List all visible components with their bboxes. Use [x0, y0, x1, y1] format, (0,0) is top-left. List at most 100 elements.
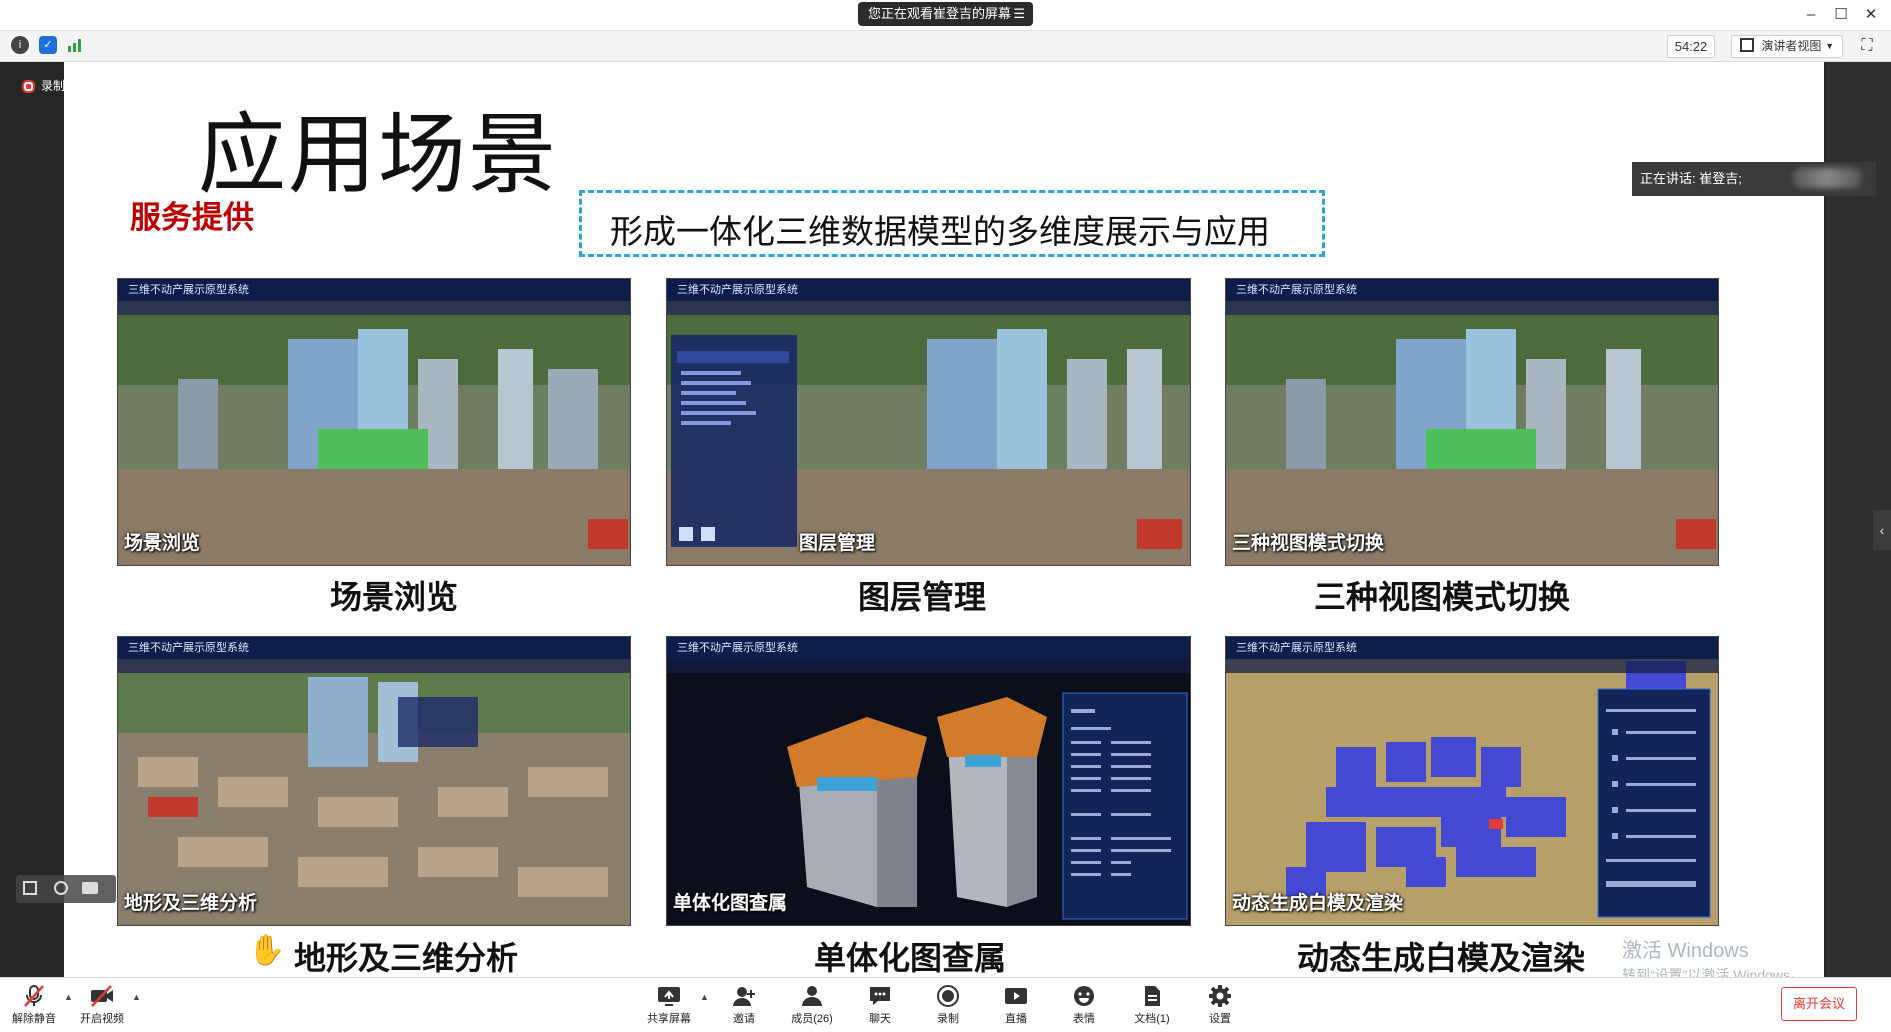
city-scene-image: [118, 279, 630, 565]
city-scene-image: [1226, 279, 1718, 565]
members-label: 成员(26): [791, 1013, 833, 1025]
share-screen-label: 共享屏幕: [647, 1013, 691, 1025]
scenario-card-6: 三维不动产展示原型系统 动态生成白模及渲染: [1225, 636, 1719, 926]
invite-label: 邀请: [733, 1013, 755, 1025]
app-toolbar: [1226, 301, 1718, 315]
city-scene-image: [667, 279, 1190, 565]
settings-label: 设置: [1209, 1013, 1231, 1025]
card-caption: 图层管理: [858, 579, 987, 615]
card-label: 场景浏览: [124, 533, 201, 554]
activation-line-1: 激活 Windows: [1622, 940, 1749, 962]
camera-off-icon: [91, 985, 113, 1007]
meeting-info-bar: i ✓ 54:22 演讲者视图 ▼ ⛶: [0, 31, 1891, 62]
app-toolbar: [667, 659, 1190, 673]
card-label: 动态生成白模及渲染: [1232, 893, 1404, 914]
app-toolbar: [667, 301, 1190, 315]
live-stream-icon: [1005, 988, 1027, 1004]
card-label: 地形及三维分析: [124, 893, 258, 914]
banner-text: 形成一体化三维数据模型的多维度展示与应用: [610, 213, 1270, 250]
share-banner-text: 您正在观看崔登吉的屏幕: [868, 6, 1012, 21]
app-header: 三维不动产展示原型系统: [1226, 637, 1718, 659]
card-caption: 单体化图查属: [814, 940, 1007, 976]
info-icon[interactable]: i: [11, 36, 29, 54]
share-screen-button[interactable]: 共享屏幕: [639, 980, 699, 1030]
shield-icon[interactable]: ✓: [39, 36, 57, 54]
view-mode-label: 演讲者视图: [1761, 39, 1822, 53]
fullscreen-icon[interactable]: ⛶: [1857, 36, 1877, 56]
video-options-caret[interactable]: ▲: [132, 992, 141, 1002]
building-model-image: [667, 637, 1190, 925]
reactions-label: 表情: [1073, 1013, 1095, 1025]
signal-icon[interactable]: [68, 38, 84, 52]
add-user-icon: [733, 987, 755, 1006]
hand-cursor-icon: ✋: [248, 934, 286, 967]
start-video-button[interactable]: 开启视频: [72, 980, 132, 1030]
scenario-card-2: 三维不动产展示原型系统 图层管理: [666, 278, 1191, 566]
menu-icon[interactable]: ☰: [1013, 2, 1025, 26]
app-toolbar: [118, 659, 630, 673]
view-mode-dropdown[interactable]: 演讲者视图 ▼: [1731, 35, 1843, 58]
slide-subtitle: 服务提供: [130, 200, 254, 235]
close-button[interactable]: ✕: [1857, 4, 1885, 26]
chevron-down-icon: ▼: [1825, 41, 1834, 51]
scenario-card-1: 三维不动产展示原型系统 场景浏览: [117, 278, 631, 566]
window-title-bar: 您正在观看崔登吉的屏幕 ☰ – ☐ ✕: [0, 0, 1891, 31]
settings-button[interactable]: 设置: [1190, 980, 1250, 1030]
card-label: 三种视图模式切换: [1232, 533, 1385, 554]
document-icon: [1145, 986, 1160, 1006]
reactions-button[interactable]: 表情: [1054, 980, 1114, 1030]
chevron-left-icon[interactable]: ‹: [1873, 510, 1891, 550]
recording-label: 录制中: [41, 79, 78, 93]
card-label: 单体化图查属: [673, 893, 788, 914]
chat-icon: [870, 987, 890, 1005]
unmute-label: 解除静音: [12, 1013, 56, 1025]
card-caption: 动态生成白模及渲染: [1297, 940, 1586, 976]
emoji-icon[interactable]: [54, 881, 68, 895]
share-options-caret[interactable]: ▲: [700, 992, 709, 1002]
app-header: 三维不动产展示原型系统: [118, 637, 630, 659]
card-label: 图层管理: [799, 533, 876, 554]
app-toolbar: [118, 301, 630, 315]
speaking-text: 正在讲话: 崔登吉;: [1640, 171, 1742, 186]
meeting-toolbar: 解除静音 ▲ 开启视频 ▲ 共享屏幕 ▲ 邀请 成员(26) 聊天 录制 直播 …: [0, 977, 1891, 1032]
record-icon: [937, 985, 959, 1007]
start-video-label: 开启视频: [80, 1013, 124, 1025]
card-caption: 场景浏览: [330, 579, 459, 615]
record-button[interactable]: 录制: [918, 980, 978, 1030]
city-scene-image: [118, 637, 630, 925]
unmute-button[interactable]: 解除静音: [4, 980, 64, 1030]
documents-label: 文档(1): [1134, 1013, 1170, 1025]
leave-meeting-button[interactable]: 离开会议: [1781, 987, 1857, 1021]
meeting-timer: 54:22: [1667, 35, 1715, 58]
members-icon: [802, 986, 822, 1006]
app-header: 三维不动产展示原型系统: [118, 279, 630, 301]
documents-button[interactable]: 文档(1): [1122, 980, 1182, 1030]
live-label: 直播: [1005, 1013, 1027, 1025]
grid-icon[interactable]: [23, 881, 37, 895]
live-button[interactable]: 直播: [986, 980, 1046, 1030]
app-header: 三维不动产展示原型系统: [1226, 279, 1718, 301]
chat-icon[interactable]: [82, 882, 98, 894]
active-speaker-label: 正在讲话: 崔登吉;: [1632, 162, 1876, 196]
maximize-button[interactable]: ☐: [1827, 4, 1855, 26]
card-caption: 三种视图模式切换: [1314, 579, 1571, 615]
share-screen-icon: [658, 987, 680, 1006]
minimize-button[interactable]: –: [1797, 4, 1825, 26]
members-button[interactable]: 成员(26): [782, 980, 842, 1030]
screen-share-banner[interactable]: 您正在观看崔登吉的屏幕 ☰: [858, 2, 1033, 26]
app-toolbar: [1226, 659, 1718, 673]
speaker-avatar-blur: [1792, 168, 1862, 188]
record-label: 录制: [937, 1013, 959, 1025]
scenario-card-3: 三维不动产展示原型系统 三种视图模式切换: [1225, 278, 1719, 566]
floating-annotation-tools[interactable]: [16, 875, 116, 903]
recording-indicator: 录制中: [22, 77, 77, 94]
record-dot-icon: [22, 80, 35, 94]
chat-label: 聊天: [869, 1013, 891, 1025]
invite-button[interactable]: 邀请: [714, 980, 774, 1030]
app-header: 三维不动产展示原型系统: [667, 637, 1190, 659]
chat-button[interactable]: 聊天: [850, 980, 910, 1030]
card-caption: 地形及三维分析: [294, 940, 519, 976]
gear-icon: [1209, 985, 1231, 1007]
mic-off-icon: [24, 985, 44, 1007]
scenario-card-4: 三维不动产展示原型系统 地形及三维分析: [117, 636, 631, 926]
